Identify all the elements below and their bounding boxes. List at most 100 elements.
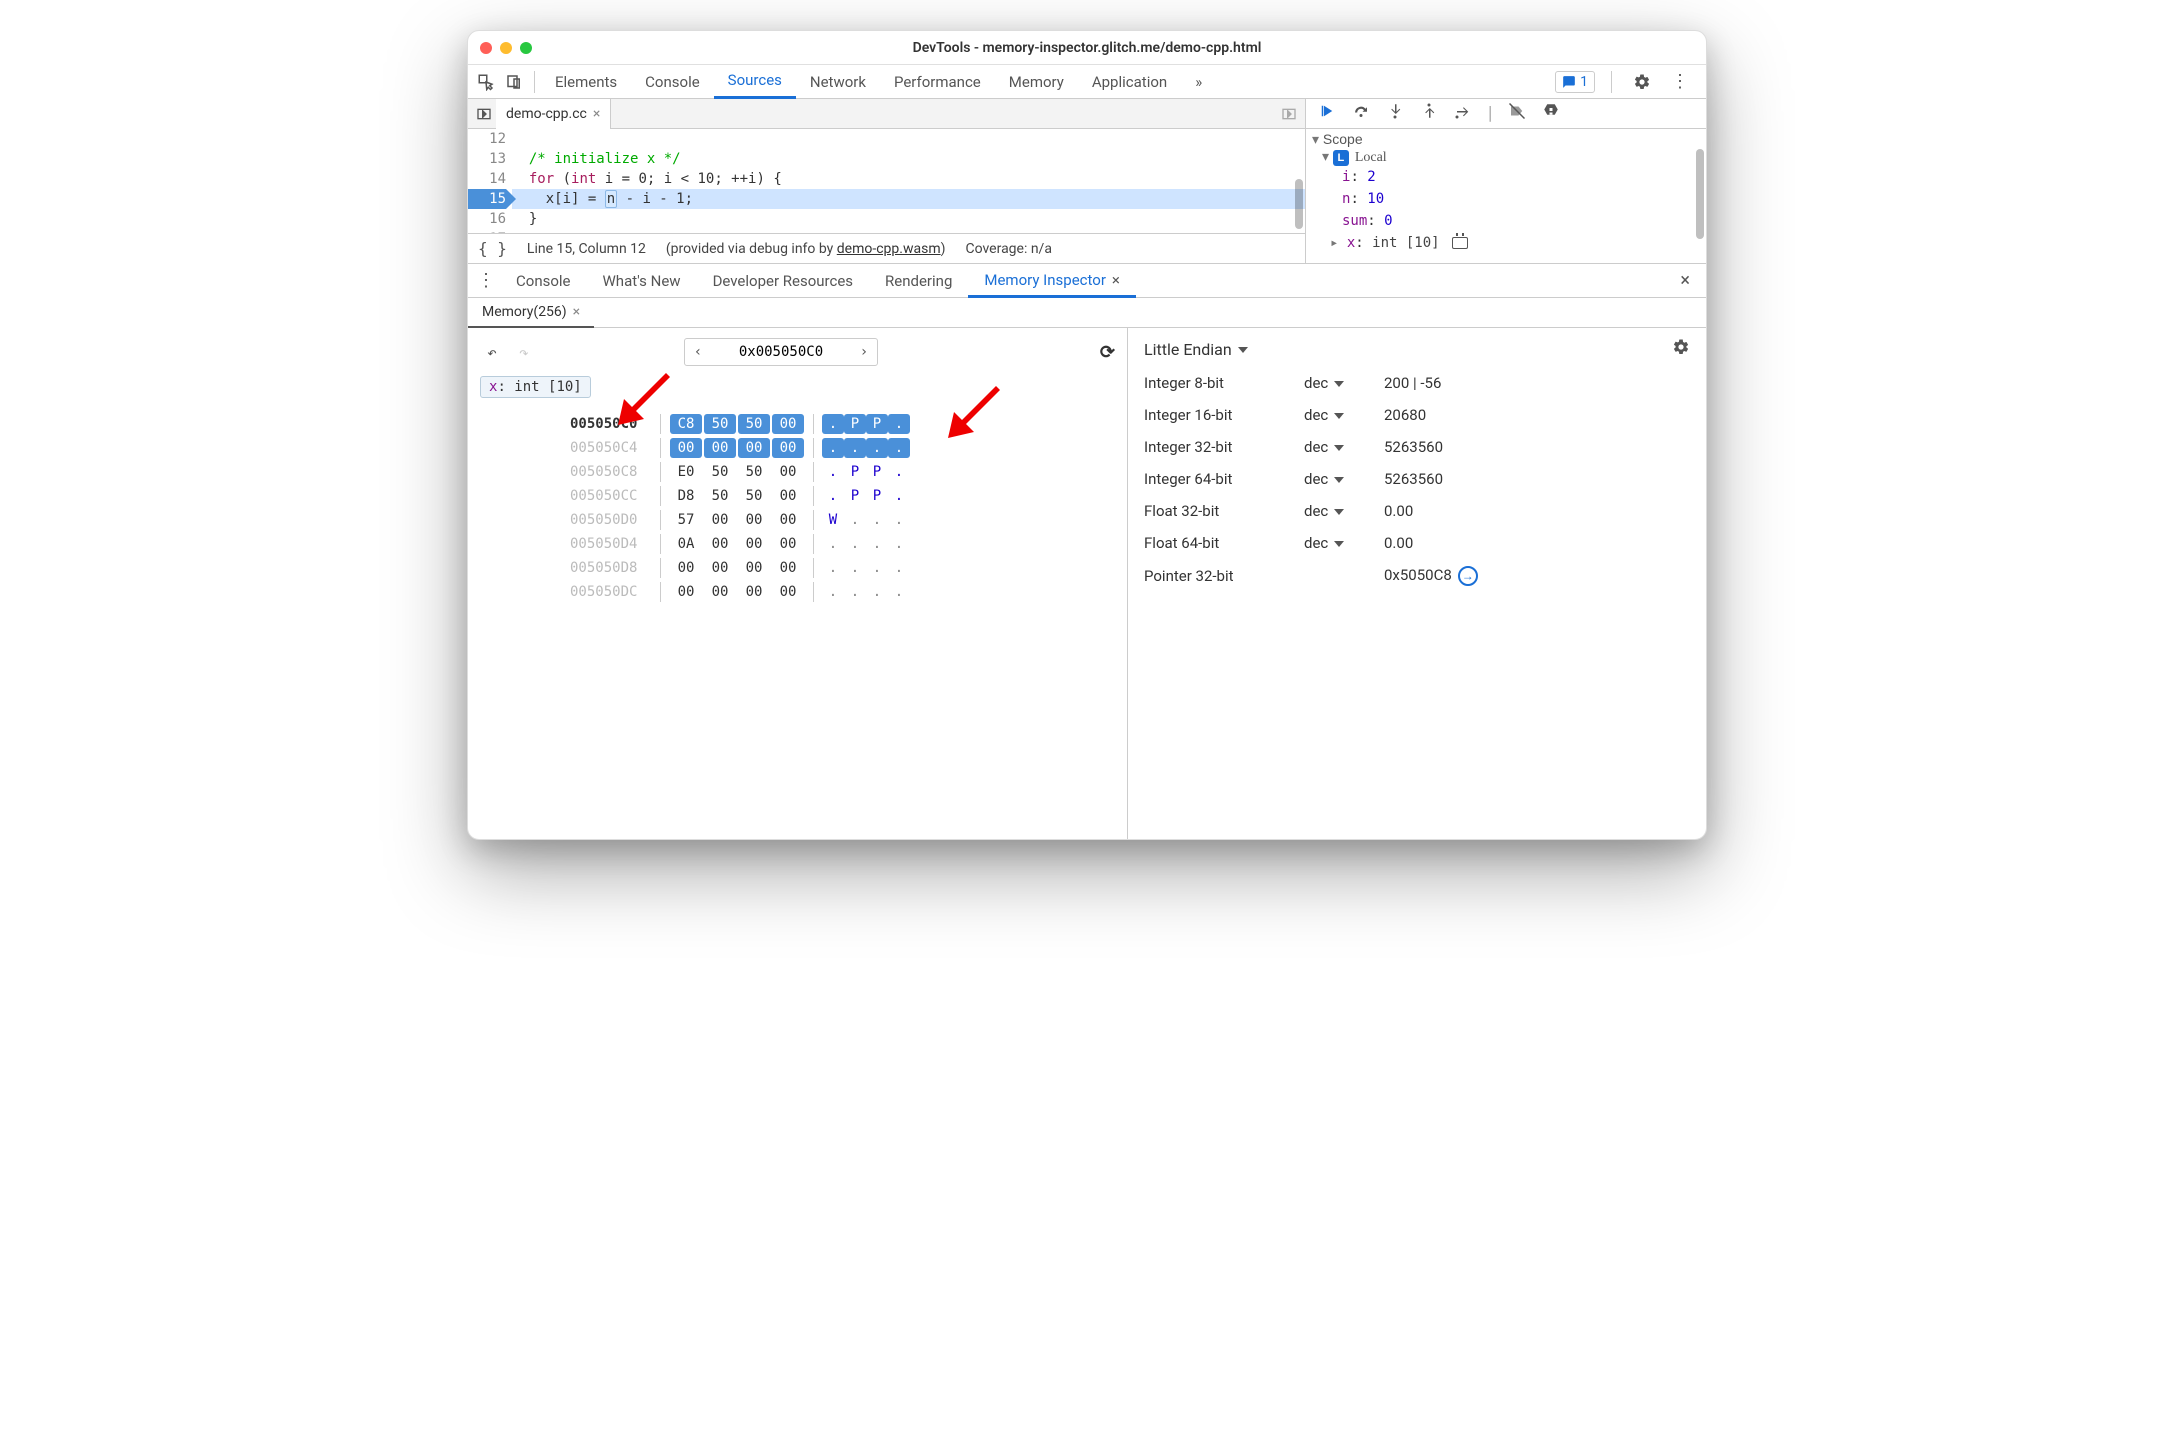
value-format-selector[interactable]: dec [1304, 406, 1384, 424]
memory-row[interactable]: 005050C0C8505000.PP. [570, 412, 1115, 436]
ascii-byte[interactable]: W [822, 510, 844, 530]
navigator-toggle-icon[interactable] [472, 102, 496, 126]
hex-byte[interactable]: 00 [704, 438, 736, 458]
hex-byte[interactable]: 00 [738, 558, 770, 578]
ascii-byte[interactable]: . [888, 510, 910, 530]
hex-byte[interactable]: 0A [670, 534, 702, 554]
ascii-byte[interactable]: . [822, 438, 844, 458]
hex-byte[interactable]: D8 [670, 486, 702, 506]
value-settings-icon[interactable] [1672, 338, 1690, 360]
value-format-selector[interactable]: dec [1304, 438, 1384, 456]
settings-icon[interactable] [1628, 68, 1656, 96]
prev-page-icon[interactable]: ‹ [685, 344, 711, 360]
ascii-byte[interactable]: . [822, 582, 844, 602]
tab-performance[interactable]: Performance [880, 65, 995, 99]
hex-byte[interactable]: C8 [670, 414, 702, 434]
local-scope-heading[interactable]: L Local [1312, 148, 1700, 166]
hex-byte[interactable]: 00 [704, 558, 736, 578]
memory-row[interactable]: 005050C8E0505000.PP. [570, 460, 1115, 484]
ascii-byte[interactable]: . [888, 414, 910, 434]
memory-row[interactable]: 005050D057000000W... [570, 508, 1115, 532]
step-into-icon[interactable] [1386, 102, 1404, 125]
hex-byte[interactable]: 00 [772, 462, 804, 482]
ascii-byte[interactable]: . [822, 558, 844, 578]
close-window-button[interactable] [480, 42, 492, 54]
memory-row[interactable]: 005050D800000000.... [570, 556, 1115, 580]
maximize-window-button[interactable] [520, 42, 532, 54]
drawer-tab-console[interactable]: Console [500, 264, 587, 298]
memory-row[interactable]: 005050CCD8505000.PP. [570, 484, 1115, 508]
hex-byte[interactable]: 50 [704, 486, 736, 506]
ascii-byte[interactable]: P [866, 486, 888, 506]
ascii-byte[interactable]: . [822, 414, 844, 434]
issues-badge[interactable]: 1 [1555, 71, 1595, 93]
hex-byte[interactable]: 57 [670, 510, 702, 530]
source-file-tab[interactable]: demo-cpp.cc × [496, 99, 611, 129]
next-page-icon[interactable]: › [851, 344, 877, 360]
hex-byte[interactable]: 00 [738, 534, 770, 554]
hex-byte[interactable]: 00 [772, 438, 804, 458]
tab-memory[interactable]: Memory [995, 65, 1078, 99]
object-highlight-chip[interactable]: x: int [10] [480, 376, 591, 398]
hex-byte[interactable]: 00 [772, 558, 804, 578]
memory-row[interactable]: 005050D40A000000.... [570, 532, 1115, 556]
ascii-byte[interactable]: . [844, 534, 866, 554]
hex-byte[interactable]: 00 [704, 582, 736, 602]
undo-icon[interactable]: ↶ [480, 343, 504, 362]
tab-application[interactable]: Application [1078, 65, 1181, 99]
refresh-icon[interactable]: ⟳ [1100, 342, 1115, 363]
scope-variable-x[interactable]: x: int [10] [1312, 232, 1700, 254]
endian-selector[interactable]: Little Endian [1144, 340, 1248, 359]
ascii-byte[interactable]: . [888, 462, 910, 482]
minimize-window-button[interactable] [500, 42, 512, 54]
ascii-byte[interactable]: . [822, 486, 844, 506]
ascii-byte[interactable]: . [888, 558, 910, 578]
ascii-byte[interactable]: . [844, 558, 866, 578]
hex-byte[interactable]: 50 [704, 414, 736, 434]
ascii-byte[interactable]: . [888, 486, 910, 506]
drawer-tab-whatsnew[interactable]: What's New [587, 264, 697, 298]
hex-byte[interactable]: 00 [738, 582, 770, 602]
hex-byte[interactable]: 00 [670, 438, 702, 458]
scope-variable[interactable]: i: 2 [1312, 166, 1700, 188]
code-editor[interactable]: 12 13 14 15 16 17 /* initialize x */ for… [468, 129, 1305, 233]
ascii-byte[interactable]: . [866, 534, 888, 554]
jump-to-address-icon[interactable]: → [1458, 566, 1478, 586]
ascii-byte[interactable]: . [822, 534, 844, 554]
hex-byte[interactable]: 00 [772, 414, 804, 434]
value-format-selector[interactable]: dec [1304, 534, 1384, 552]
memory-row[interactable]: 005050DC00000000.... [570, 580, 1115, 604]
hex-byte[interactable]: 00 [738, 510, 770, 530]
ascii-byte[interactable]: . [888, 534, 910, 554]
close-tab-icon[interactable]: × [1112, 271, 1120, 289]
ascii-byte[interactable]: P [866, 462, 888, 482]
scrollbar-thumb[interactable] [1295, 179, 1303, 229]
close-drawer-icon[interactable]: × [1668, 270, 1702, 291]
tab-more[interactable]: » [1181, 65, 1216, 99]
hex-byte[interactable]: 00 [772, 510, 804, 530]
value-format-selector[interactable]: dec [1304, 470, 1384, 488]
ascii-byte[interactable]: . [844, 438, 866, 458]
hex-byte[interactable]: 00 [772, 534, 804, 554]
drawer-tab-memory-inspector[interactable]: Memory Inspector × [968, 264, 1136, 298]
value-format-selector[interactable]: dec [1304, 502, 1384, 520]
breakpoint-line-number[interactable]: 15 [468, 189, 506, 209]
hex-byte[interactable]: 00 [670, 582, 702, 602]
ascii-byte[interactable]: . [866, 558, 888, 578]
tab-network[interactable]: Network [796, 65, 880, 99]
ascii-byte[interactable]: . [866, 438, 888, 458]
hex-byte[interactable]: 00 [704, 534, 736, 554]
resume-icon[interactable] [1318, 102, 1336, 125]
debugger-toggle-icon[interactable] [1277, 102, 1301, 126]
step-out-icon[interactable] [1420, 102, 1438, 125]
drawer-more-icon[interactable]: ⋮ [472, 270, 500, 291]
address-input[interactable] [711, 344, 851, 360]
ascii-byte[interactable]: . [866, 582, 888, 602]
hex-byte[interactable]: 00 [772, 582, 804, 602]
pretty-print-icon[interactable]: { } [478, 239, 507, 258]
ascii-byte[interactable]: . [822, 462, 844, 482]
hex-byte[interactable]: 50 [738, 486, 770, 506]
value-format-selector[interactable]: dec [1304, 374, 1384, 392]
ascii-byte[interactable]: . [844, 582, 866, 602]
redo-icon[interactable]: ↷ [512, 343, 536, 362]
